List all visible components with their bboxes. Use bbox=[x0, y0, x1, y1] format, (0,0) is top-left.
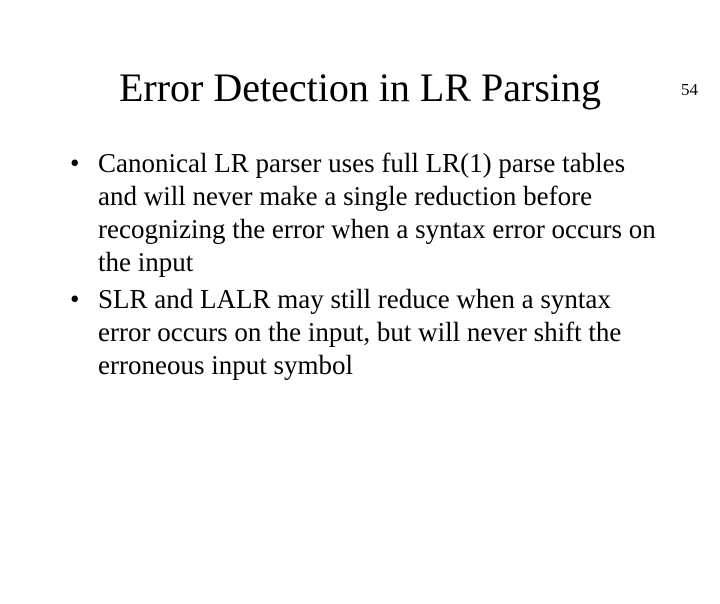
bullet-list: Canonical LR parser uses full LR(1) pars… bbox=[70, 147, 660, 382]
bullet-item: Canonical LR parser uses full LR(1) pars… bbox=[70, 147, 660, 279]
slide-title: Error Detection in LR Parsing bbox=[0, 64, 720, 111]
page-number: 54 bbox=[681, 80, 698, 100]
bullet-item: SLR and LALR may still reduce when a syn… bbox=[70, 283, 660, 382]
